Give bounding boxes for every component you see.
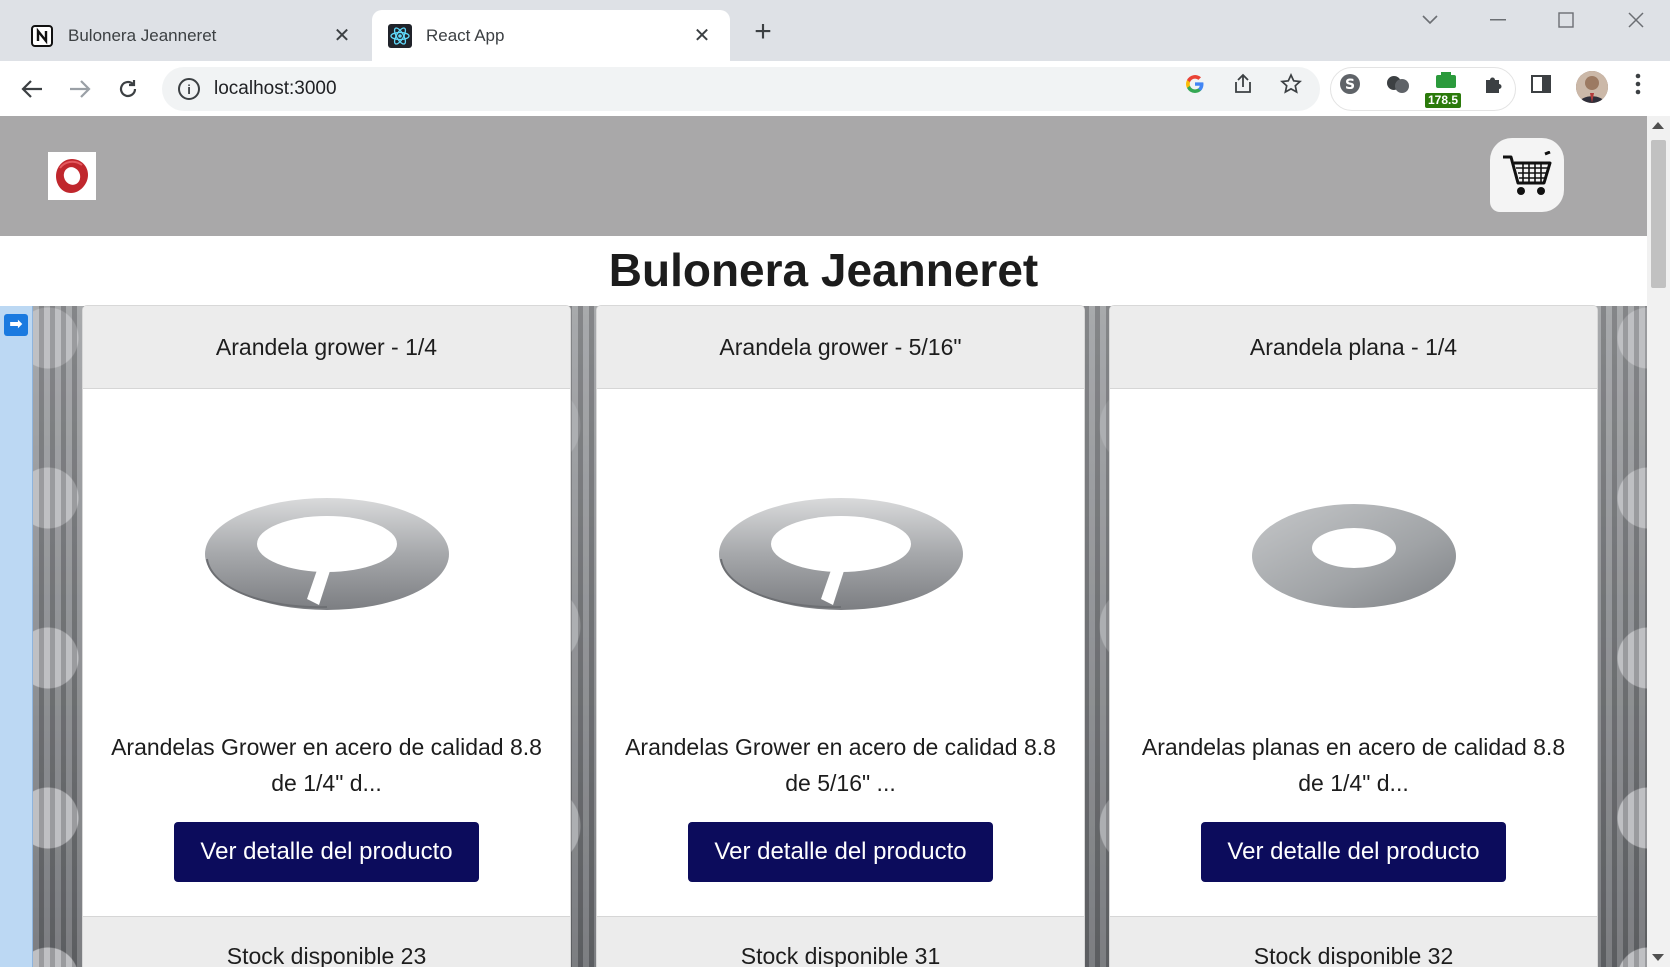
close-tab-icon[interactable]: ✕ [690,24,714,48]
tab-title: React App [426,25,505,45]
close-window-icon[interactable] [1616,6,1656,34]
nut-logo-icon [56,159,88,193]
shopping-cart-icon [1503,151,1552,195]
product-name: Arandela grower - 5/16" [597,306,1084,389]
split-lock-washer-icon [718,498,963,610]
bookmark-star-icon[interactable] [1278,71,1304,97]
new-tab-icon[interactable]: + [748,17,778,48]
side-panel-toggle[interactable]: ➡ [0,306,33,967]
page-title: Bulonera Jeanneret [608,244,1039,296]
maximize-icon[interactable] [1546,6,1586,34]
brand-logo[interactable] [48,152,96,200]
view-product-detail-button[interactable]: Ver detalle del producto [1201,822,1506,882]
reload-icon[interactable] [112,73,144,105]
menu-kebab-icon[interactable] [1625,71,1651,97]
google-icon[interactable] [1182,71,1208,97]
split-lock-washer-icon [204,498,449,610]
page-scrollbar[interactable] [1647,116,1670,967]
minimize-icon[interactable] [1478,6,1518,34]
view-product-detail-button[interactable]: Ver detalle del producto [174,822,479,882]
page-viewport: Bulonera Jeanneret ➡ Arandela grower - 1… [0,116,1647,967]
tab-title: Bulonera Jeanneret [68,25,217,45]
profile-avatar[interactable] [1576,71,1608,103]
browser-toolbar: i localhost:3000 S [0,61,1670,116]
notion-icon [30,24,54,48]
side-panel-icon[interactable] [1528,71,1554,97]
scroll-down-icon[interactable] [1652,954,1664,961]
product-image[interactable] [597,389,1084,719]
scroll-thumb[interactable] [1651,140,1666,288]
skype-icon[interactable]: S [1337,71,1363,97]
product-name: Arandela grower - 1/4 [83,306,570,389]
scroll-up-icon[interactable] [1652,122,1664,129]
address-url: localhost:3000 [214,78,337,99]
svg-text:S: S [1345,77,1355,93]
close-tab-icon[interactable]: ✕ [330,24,354,48]
extension-badge: 178.5 [1425,93,1462,108]
product-card: Arandela grower - 5/16" Arandelas Grower… [596,305,1085,967]
tab-strip: Bulonera Jeanneret ✕ React App ✕ + [0,0,1670,61]
tab-bulonera[interactable]: Bulonera Jeanneret ✕ [14,10,370,61]
product-name: Arandela plana - 1/4 [1110,306,1597,389]
back-icon[interactable] [16,73,48,105]
share-icon[interactable] [1230,71,1256,97]
extensions-puzzle-icon[interactable] [1481,71,1507,97]
site-info-icon[interactable]: i [178,78,200,100]
product-description: Arandelas Grower en acero de calidad 8.8… [625,734,1056,796]
tab-search-icon[interactable] [1410,6,1450,34]
site-header [0,116,1647,236]
product-card: Arandela plana - 1/4 Arandelas planas en… [1109,305,1598,967]
view-product-detail-button[interactable]: Ver detalle del producto [688,822,993,882]
react-icon [388,23,412,48]
product-description: Arandelas Grower en acero de calidad 8.8… [111,734,542,796]
product-image[interactable] [83,389,570,719]
forward-icon[interactable] [64,73,96,105]
product-stock: Stock disponible 31 [597,916,1084,967]
cart-button[interactable] [1490,138,1564,212]
flat-washer-icon [1251,504,1456,608]
arrow-right-icon: ➡ [4,314,28,336]
product-stock: Stock disponible 32 [1110,916,1597,967]
tab-react-app[interactable]: React App ✕ [372,10,730,61]
address-bar[interactable]: i localhost:3000 [162,67,1320,111]
product-stock: Stock disponible 23 [83,916,570,967]
product-description: Arandelas planas en acero de calidad 8.8… [1141,734,1566,796]
product-image[interactable] [1110,389,1597,719]
product-card: Arandela grower - 1/4 Arandelas Grower e… [82,305,571,967]
extension-circles-icon[interactable] [1385,71,1411,97]
